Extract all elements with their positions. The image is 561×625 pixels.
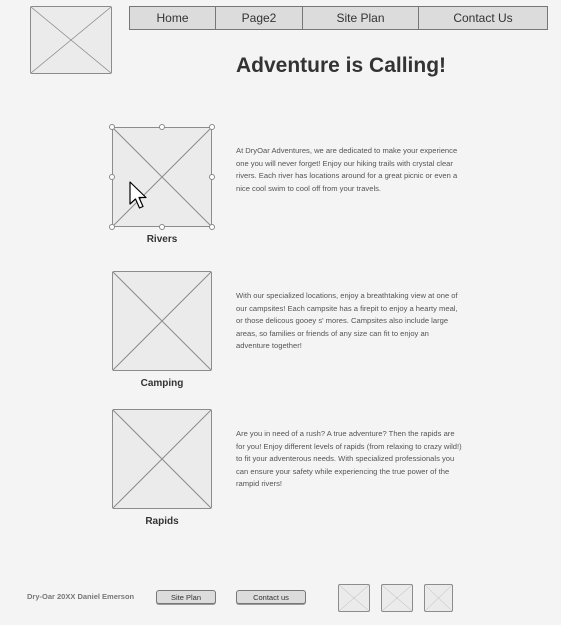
section-caption-rivers: Rivers: [146, 234, 178, 245]
footer-copyright: Dry-Oar 20XX Daniel Emerson: [27, 592, 135, 601]
cursor-icon: [129, 181, 147, 209]
selection-handle[interactable]: [159, 124, 165, 130]
section-text-rapids: Are you in need of a rush? A true advent…: [236, 429, 462, 488]
nav-contact-us[interactable]: Contact Us: [419, 7, 547, 29]
rivers-image-placeholder-icon[interactable]: [112, 127, 212, 227]
selection-handle[interactable]: [209, 174, 215, 180]
nav-home[interactable]: Home: [130, 7, 216, 29]
footer-site-plan-button[interactable]: Site Plan: [156, 590, 216, 604]
selection-handle[interactable]: [109, 224, 115, 230]
social-icon[interactable]: [381, 584, 413, 612]
main-nav: Home Page2 Site Plan Contact Us: [129, 6, 548, 30]
section-caption-rapids: Rapids: [145, 516, 179, 527]
section-caption-camping: Camping: [140, 378, 184, 389]
selection-handle[interactable]: [109, 174, 115, 180]
camping-image-placeholder-icon[interactable]: [112, 271, 212, 371]
nav-site-plan[interactable]: Site Plan: [303, 7, 419, 29]
selection-handle[interactable]: [209, 224, 215, 230]
nav-page2[interactable]: Page2: [216, 7, 303, 29]
section-text-camping: With our specialized locations, enjoy a …: [236, 291, 458, 350]
logo-placeholder-icon[interactable]: [30, 6, 112, 74]
page-title: Adventure is Calling!: [236, 54, 447, 77]
rapids-image-placeholder-icon[interactable]: [112, 409, 212, 509]
footer-contact-button[interactable]: Contact us: [236, 590, 306, 604]
selection-handle[interactable]: [209, 124, 215, 130]
selection-handle[interactable]: [109, 124, 115, 130]
social-icon[interactable]: [424, 584, 453, 612]
section-text-rivers: At DryOar Adventures, we are dedicated t…: [236, 146, 458, 193]
social-icon[interactable]: [338, 584, 370, 612]
selection-handle[interactable]: [159, 224, 165, 230]
